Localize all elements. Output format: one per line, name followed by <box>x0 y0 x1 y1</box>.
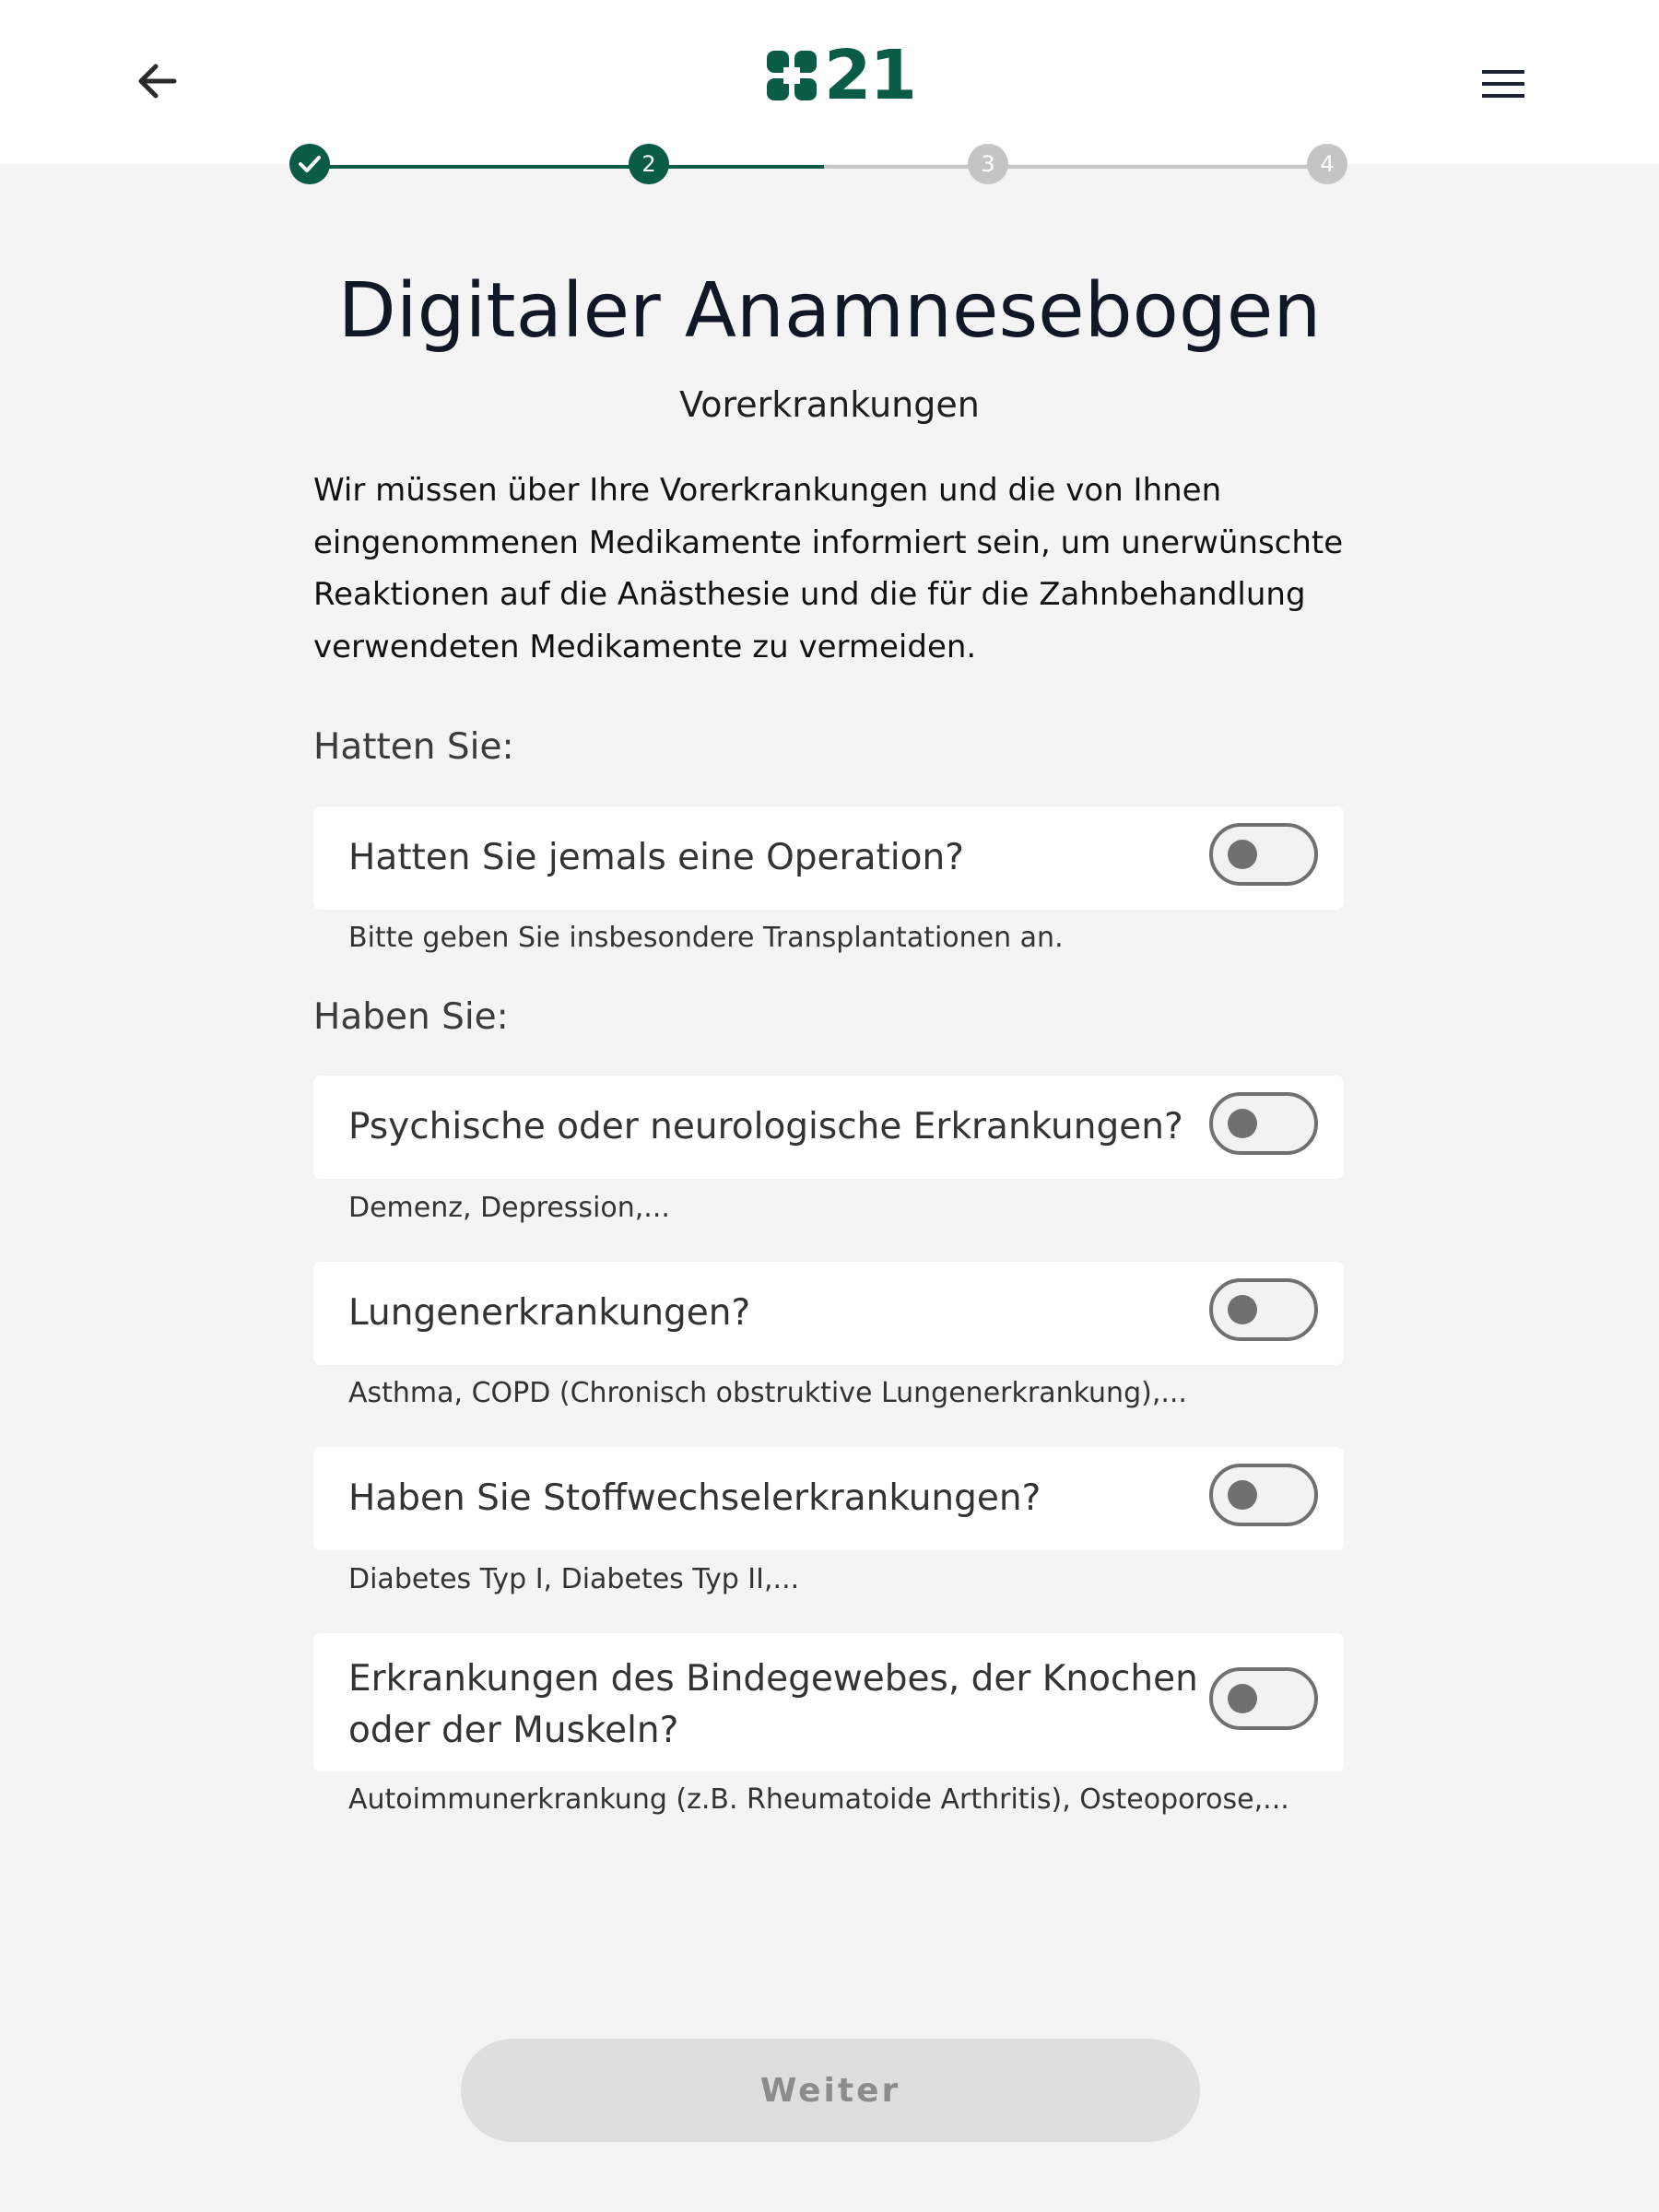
question-label-line: oder der Muskeln? <box>348 1710 679 1751</box>
question-label: Haben Sie Stoffwechselerkrankungen? <box>348 1477 1041 1519</box>
step-connector-1 <box>310 165 649 169</box>
step-3: 3 <box>968 144 1008 184</box>
toggle-neuro[interactable] <box>1209 1092 1318 1155</box>
question-label: Erkrankungen des Bindegewebes, der Knoch… <box>348 1653 1198 1757</box>
question-hint: Bitte geben Sie insbesondere Transplanta… <box>348 922 1064 954</box>
intro-text: Wir müssen über Ihre Vorerkrankungen und… <box>313 465 1346 673</box>
toggle-knob <box>1228 1109 1257 1138</box>
step-1-done <box>289 144 330 184</box>
intro-line: verwendeten Medikamente zu vermeiden. <box>313 628 977 665</box>
step-connector-2b <box>824 165 990 169</box>
back-button[interactable] <box>129 53 184 109</box>
question-card-operation: Hatten Sie jemals eine Operation? <box>313 806 1344 910</box>
toggle-knob <box>1228 1684 1257 1713</box>
toggle-knob <box>1228 840 1257 869</box>
next-button[interactable]: Weiter <box>461 2039 1200 2142</box>
intro-line: eingenommenen Medikamente informiert sei… <box>313 524 1344 561</box>
step-connector-3 <box>990 165 1329 169</box>
app-header: 21 <box>0 0 1659 164</box>
question-card-lung: Lungenerkrankungen? <box>313 1262 1344 1365</box>
section-label-had: Hatten Sie: <box>313 726 514 768</box>
intro-line: Wir müssen über Ihre Vorerkrankungen und… <box>313 472 1222 509</box>
question-label: Hatten Sie jemals eine Operation? <box>348 837 964 878</box>
page-subtitle: Vorerkrankungen <box>679 384 980 425</box>
logo[interactable]: 21 <box>765 36 917 115</box>
question-hint: Demenz, Depression,... <box>348 1192 670 1224</box>
question-card-connective-tissue: Erkrankungen des Bindegewebes, der Knoch… <box>313 1633 1344 1771</box>
question-hint: Autoimmunerkrankung (z.B. Rheumatoide Ar… <box>348 1783 1289 1816</box>
progress-stepper: 2 3 4 <box>289 144 1347 188</box>
intro-line: Reaktionen auf die Anästhesie und die fü… <box>313 576 1306 613</box>
toggle-connective-tissue[interactable] <box>1209 1667 1318 1730</box>
checkmark-icon <box>299 156 321 172</box>
toggle-knob <box>1228 1480 1257 1510</box>
step-connector-2a <box>649 165 824 169</box>
toggle-knob <box>1228 1295 1257 1324</box>
question-card-neuro: Psychische oder neurologische Erkrankung… <box>313 1076 1344 1179</box>
question-hint: Asthma, COPD (Chronisch obstruktive Lung… <box>348 1377 1187 1409</box>
step-2-current: 2 <box>629 144 669 184</box>
question-label-line: Erkrankungen des Bindegewebes, der Knoch… <box>348 1658 1198 1700</box>
clover-dots-icon <box>767 51 817 100</box>
toggle-operation[interactable] <box>1209 823 1318 886</box>
question-card-metabolic: Haben Sie Stoffwechselerkrankungen? <box>313 1447 1344 1550</box>
toggle-metabolic[interactable] <box>1209 1464 1318 1526</box>
logo-text: 21 <box>824 36 917 115</box>
step-4: 4 <box>1307 144 1347 184</box>
arrow-left-icon <box>138 64 177 99</box>
section-label-have: Haben Sie: <box>313 996 509 1038</box>
question-label: Psychische oder neurologische Erkrankung… <box>348 1106 1183 1147</box>
question-hint: Diabetes Typ I, Diabetes Typ II,... <box>348 1563 800 1595</box>
page-title: Digitaler Anamnesebogen <box>337 267 1322 355</box>
hamburger-menu-icon <box>1482 70 1524 98</box>
question-label: Lungenerkrankungen? <box>348 1292 751 1334</box>
toggle-lung[interactable] <box>1209 1278 1318 1341</box>
menu-button[interactable] <box>1475 57 1532 111</box>
